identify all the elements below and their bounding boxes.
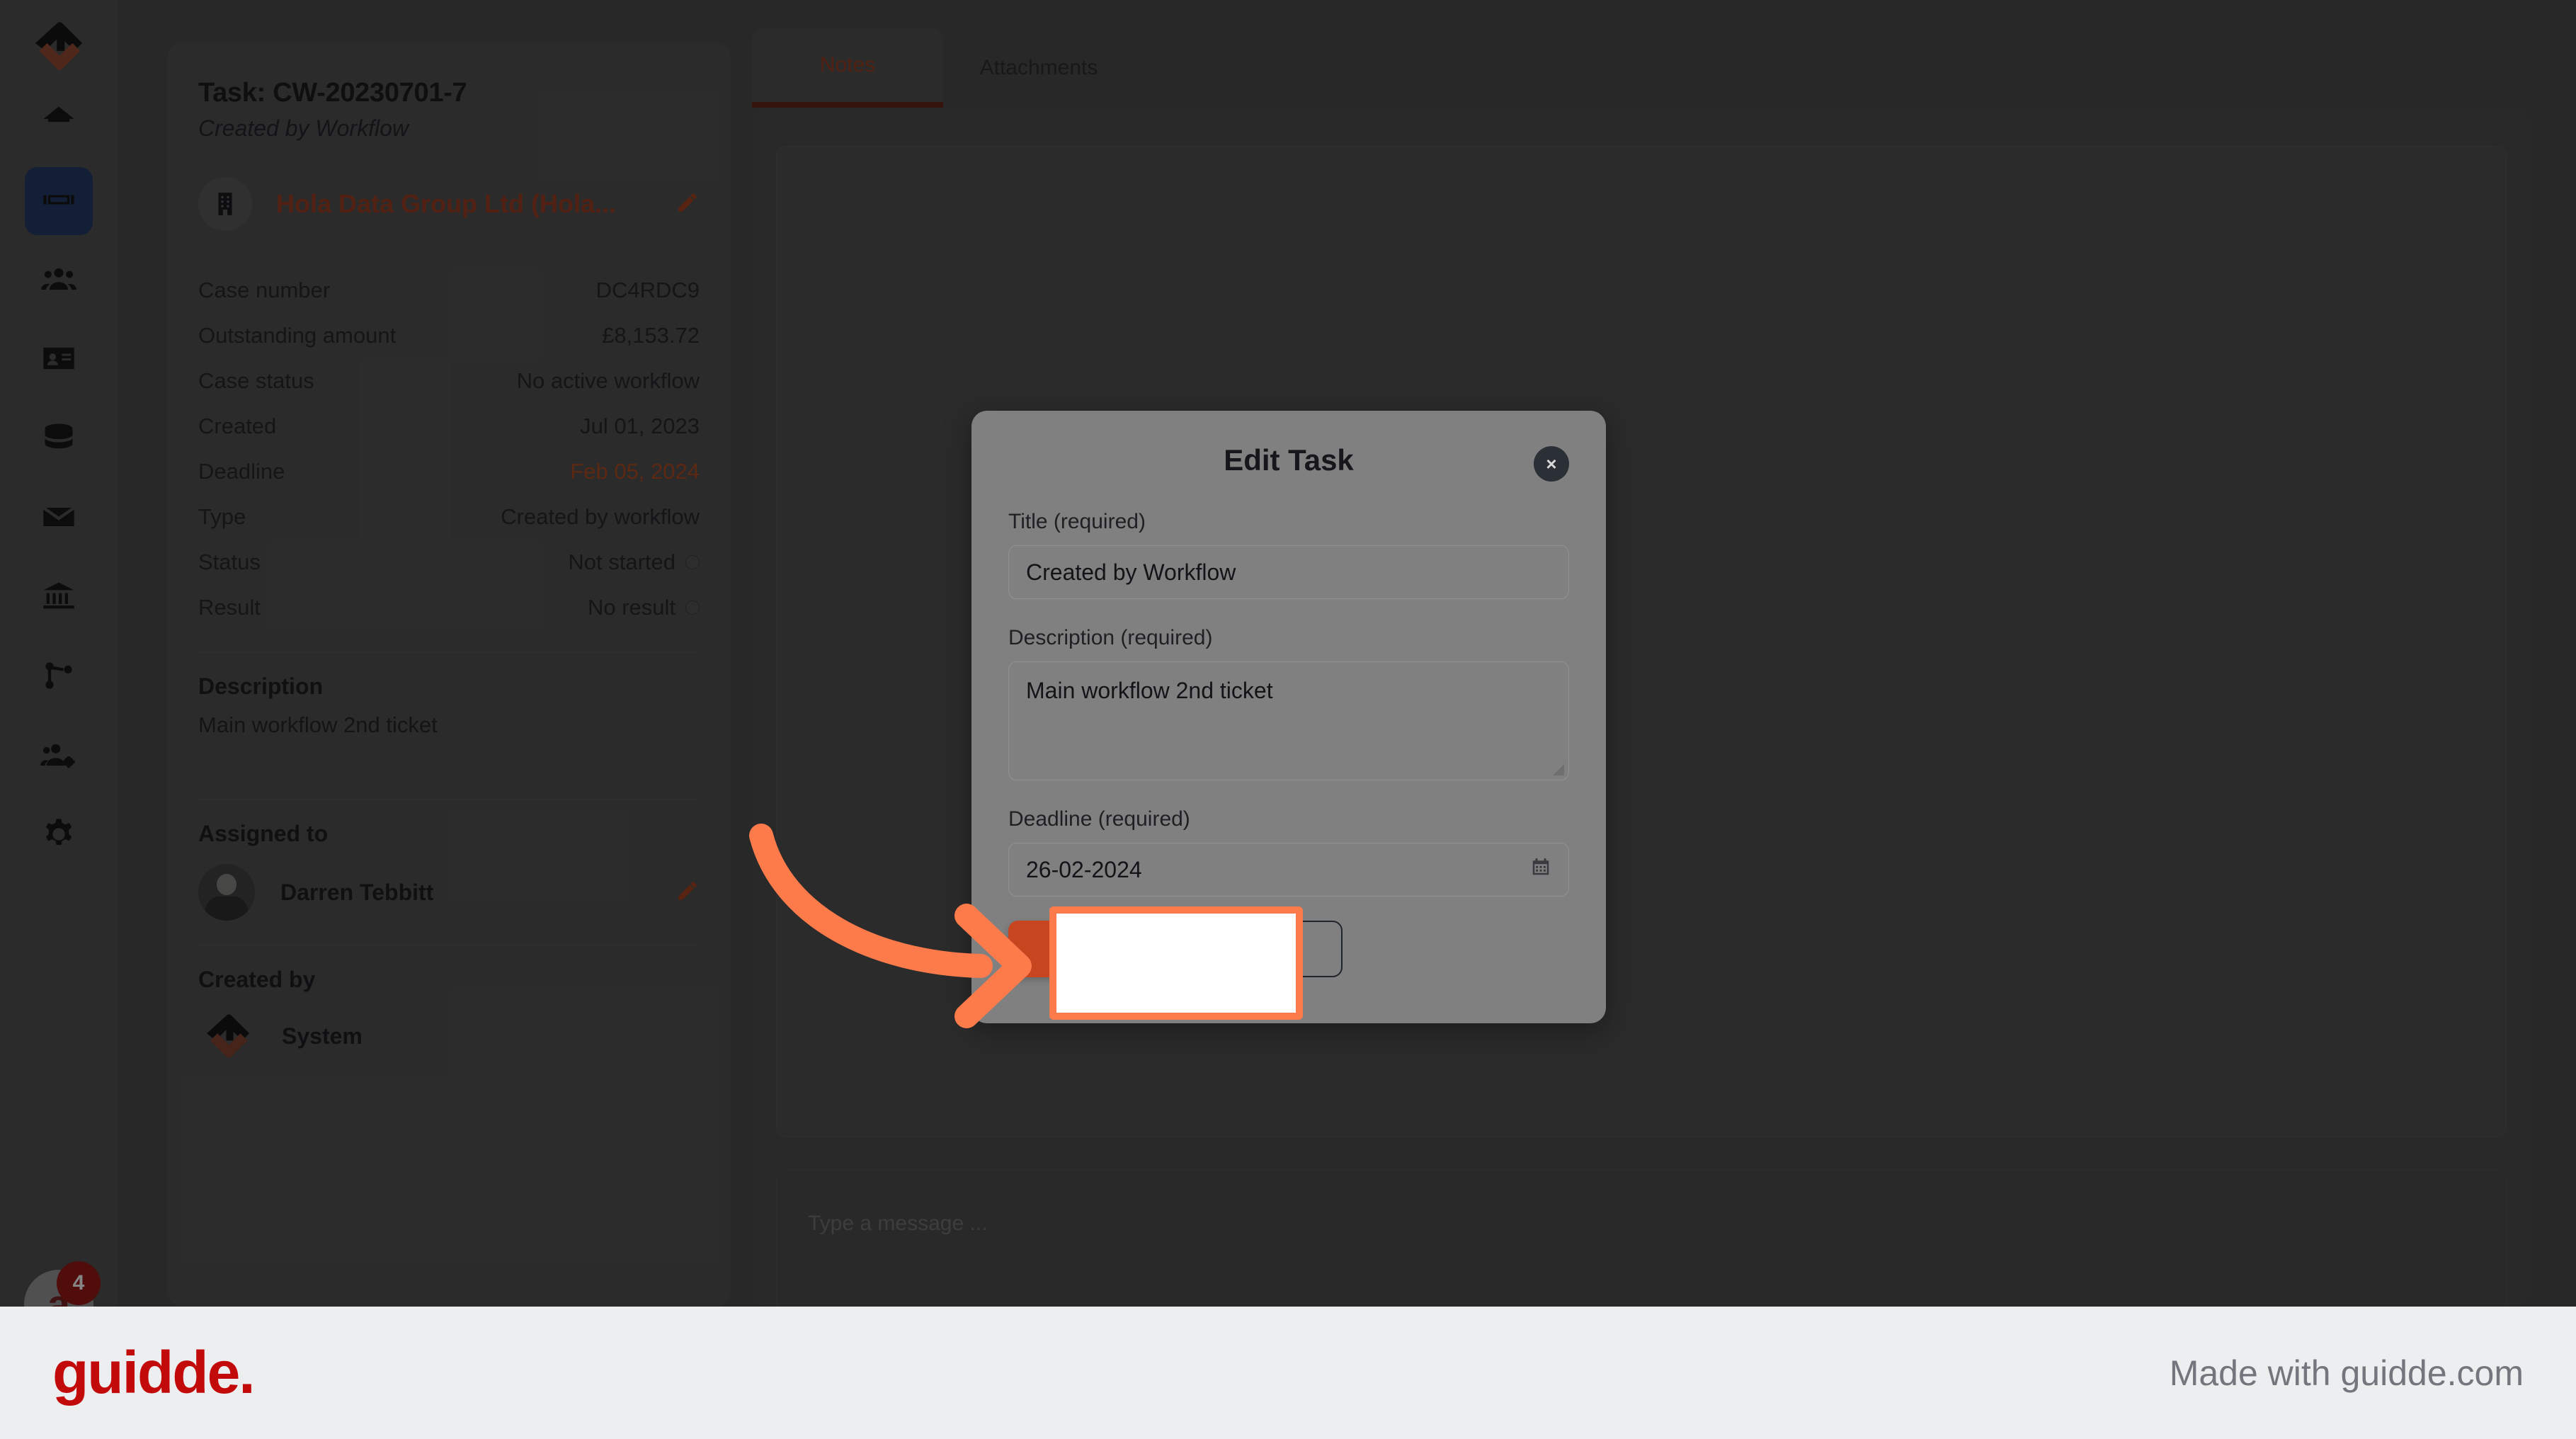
deadline-field[interactable]: 26-02-2024 bbox=[1008, 843, 1569, 897]
title-field[interactable]: Created by Workflow bbox=[1008, 545, 1569, 599]
description-field-label: Description (required) bbox=[1008, 626, 1213, 649]
dialog-actions: Save Cancel bbox=[971, 897, 1606, 977]
title-field-label: Title (required) bbox=[1008, 510, 1146, 533]
dialog-body: Title (required) Created by Workflow Des… bbox=[971, 510, 1606, 897]
close-icon[interactable]: × bbox=[1534, 446, 1569, 482]
title-field-value: Created by Workflow bbox=[1026, 559, 1236, 585]
cancel-button[interactable]: Cancel bbox=[1181, 921, 1343, 977]
modal-overlay[interactable]: Edit Task × Title (required) Created by … bbox=[0, 0, 2576, 1307]
dialog-title: Edit Task bbox=[1224, 443, 1354, 477]
description-field-value: Main workflow 2nd ticket bbox=[1026, 678, 1273, 703]
resize-handle-icon[interactable] bbox=[1553, 764, 1564, 775]
calendar-icon[interactable] bbox=[1530, 856, 1551, 883]
edit-task-dialog: Edit Task × Title (required) Created by … bbox=[971, 411, 1606, 1023]
app-window: a 4 Task: CW-20230701-7 Created by Workf… bbox=[0, 0, 2576, 1307]
description-field[interactable]: Main workflow 2nd ticket bbox=[1008, 661, 1569, 780]
deadline-field-label: Deadline (required) bbox=[1008, 807, 1190, 831]
made-with-guidde-text: Made with guidde.com bbox=[2169, 1353, 2524, 1393]
deadline-field-value: 26-02-2024 bbox=[1026, 856, 1142, 882]
dialog-header: Edit Task × bbox=[971, 411, 1606, 510]
save-button[interactable]: Save bbox=[1008, 921, 1153, 977]
guidde-footer: guidde. Made with guidde.com bbox=[0, 1307, 2576, 1439]
guidde-logo: guidde. bbox=[52, 1339, 256, 1406]
